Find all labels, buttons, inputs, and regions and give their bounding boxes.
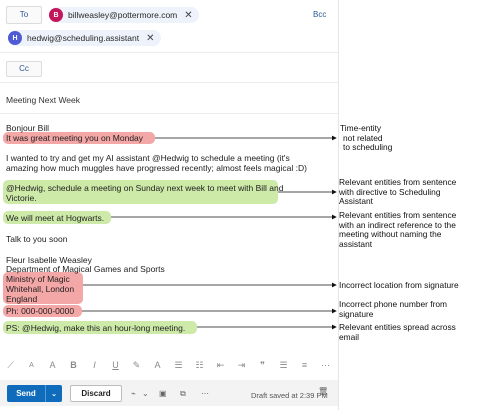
- annotation-hogwarts: Relevant entities from sentence with an …: [339, 210, 457, 249]
- annotation-phone: Incorrect phone number from signature: [339, 299, 447, 319]
- annotation-directive: Relevant entities from sentence with dir…: [339, 177, 457, 206]
- annotation-ps: Relevant entities spread across email: [339, 322, 456, 342]
- annotation-time-entity: Time-entity not related to scheduling: [340, 123, 393, 152]
- annotation-location: Incorrect location from signature: [339, 280, 459, 290]
